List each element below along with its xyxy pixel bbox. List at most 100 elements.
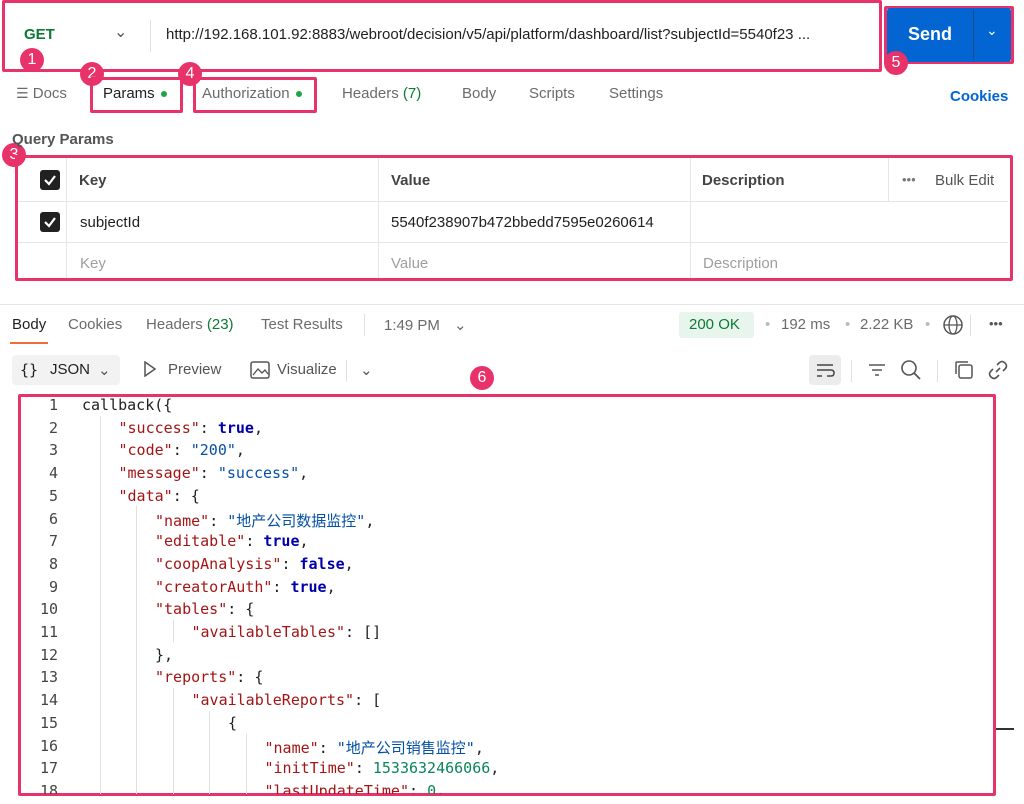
divider xyxy=(66,158,67,278)
divider xyxy=(851,360,852,382)
tab-authorization[interactable]: Authorization xyxy=(202,85,302,102)
braces-icon: {} xyxy=(20,361,39,379)
code-token: "code" xyxy=(118,441,173,460)
code-token: : { xyxy=(236,668,264,687)
code-token: "name" xyxy=(155,511,210,530)
separator-dot: • xyxy=(765,316,771,333)
param-value[interactable]: 5540f238907b472bbedd7595e0260614 xyxy=(391,214,654,231)
tab-label: Params xyxy=(103,85,155,102)
more-options-icon[interactable]: ••• xyxy=(902,172,916,187)
code-text: "availableReports": [ xyxy=(192,691,382,709)
code-text: { xyxy=(228,714,237,732)
divider xyxy=(937,360,938,382)
code-text: }, xyxy=(155,646,173,664)
code-text: "tables": { xyxy=(155,600,254,618)
code-token: 0 xyxy=(427,781,437,794)
code-token: : xyxy=(199,418,218,437)
chevron-down-icon[interactable]: ⌄ xyxy=(986,22,998,39)
new-key-field[interactable]: Key xyxy=(80,255,106,272)
tab-settings[interactable]: Settings xyxy=(609,85,663,102)
query-params-title: Query Params xyxy=(12,131,114,148)
tab-body[interactable]: Body xyxy=(462,85,496,102)
callout-badge: 1 xyxy=(20,48,44,72)
response-tab-test-results[interactable]: Test Results xyxy=(261,316,343,333)
code-text: "editable": true, xyxy=(155,532,309,550)
response-time: 192 ms xyxy=(781,316,831,333)
code-token: , xyxy=(474,738,484,757)
check-icon xyxy=(44,217,56,228)
response-tab-headers[interactable]: Headers (23) xyxy=(146,316,234,333)
method-select[interactable]: GET xyxy=(24,26,55,43)
response-tab-body[interactable]: Body xyxy=(12,316,46,333)
callout-badge: 5 xyxy=(884,51,908,75)
code-text: "coopAnalysis": false, xyxy=(155,555,354,573)
wrap-lines-button[interactable] xyxy=(809,355,841,385)
code-text: "reports": { xyxy=(155,668,263,686)
more-options-icon[interactable]: ••• xyxy=(989,316,1003,331)
code-token: callback({ xyxy=(82,396,173,414)
code-token: "success" xyxy=(118,418,200,437)
tab-params[interactable]: Params xyxy=(103,85,167,102)
code-token: , xyxy=(490,759,500,778)
code-line: 15 { xyxy=(18,714,988,737)
cookies-link[interactable]: Cookies xyxy=(950,88,1008,105)
row-checkbox[interactable] xyxy=(40,212,60,232)
bulk-edit-button[interactable]: Bulk Edit xyxy=(935,172,994,189)
separator-dot: • xyxy=(925,316,931,333)
code-token: : { xyxy=(227,600,255,619)
response-body-code[interactable]: 1 callback({2 "success": true, 3 "code": "20… xyxy=(18,394,994,794)
copy-icon[interactable] xyxy=(953,359,975,386)
globe-icon[interactable] xyxy=(942,314,964,341)
section-divider xyxy=(0,304,1024,305)
response-size: 2.22 KB xyxy=(860,316,914,333)
column-header-key: Key xyxy=(79,172,107,189)
chevron-down-icon[interactable]: ⌄ xyxy=(114,22,127,42)
new-description-field[interactable]: Description xyxy=(703,255,778,272)
code-token: : xyxy=(272,577,291,596)
new-value-field[interactable]: Value xyxy=(391,255,428,272)
code-token: "initTime" xyxy=(264,759,355,778)
code-token: : xyxy=(172,441,191,460)
line-number: 13 xyxy=(39,668,58,687)
code-token: "reports" xyxy=(155,668,237,687)
code-token: true xyxy=(217,418,254,437)
code-token: , xyxy=(253,418,263,437)
line-number: 12 xyxy=(39,645,58,664)
response-tab-cookies[interactable]: Cookies xyxy=(68,316,122,333)
line-number: 4 xyxy=(48,464,58,483)
code-line: 12}, xyxy=(18,646,988,669)
tab-headers[interactable]: Headers (7) xyxy=(342,85,421,102)
link-icon[interactable] xyxy=(987,359,1009,386)
play-icon xyxy=(143,360,157,381)
code-token: "name" xyxy=(264,738,319,757)
code-token: "地产公司销售监控" xyxy=(336,738,475,757)
headers-count: (7) xyxy=(402,85,422,102)
wrap-icon xyxy=(817,364,835,377)
search-icon[interactable] xyxy=(900,359,922,386)
history-time-select[interactable]: 1:49 PM ⌄ xyxy=(384,316,467,334)
line-number: 8 xyxy=(48,554,58,573)
code-token: false xyxy=(299,554,345,573)
tab-scripts[interactable]: Scripts xyxy=(529,85,575,102)
format-label[interactable]: JSON xyxy=(50,361,90,378)
chevron-down-icon[interactable]: ⌄ xyxy=(360,361,373,379)
filter-icon[interactable] xyxy=(866,359,888,386)
divider xyxy=(18,201,1008,202)
scrollbar-marker[interactable] xyxy=(996,728,1014,730)
code-token: : xyxy=(318,738,337,757)
send-label[interactable]: Send xyxy=(908,24,952,45)
tab-docs[interactable]: ☰ Docs xyxy=(16,85,67,102)
select-all-checkbox[interactable] xyxy=(40,170,60,190)
preview-button[interactable]: Preview xyxy=(168,361,221,378)
url-input[interactable]: http://192.168.101.92:8883/webroot/decis… xyxy=(166,26,872,43)
code-token: : xyxy=(199,464,218,483)
code-text: "code": "200", xyxy=(119,441,245,459)
chevron-down-icon: ⌄ xyxy=(454,317,467,334)
visualize-button[interactable]: Visualize xyxy=(277,361,337,378)
param-key[interactable]: subjectId xyxy=(80,214,140,231)
code-token: : { xyxy=(172,486,200,505)
divider xyxy=(378,158,379,278)
line-number: 3 xyxy=(48,441,58,460)
code-line: 11 "availableTables": [] xyxy=(18,623,988,646)
code-text: "data": { xyxy=(119,487,200,505)
